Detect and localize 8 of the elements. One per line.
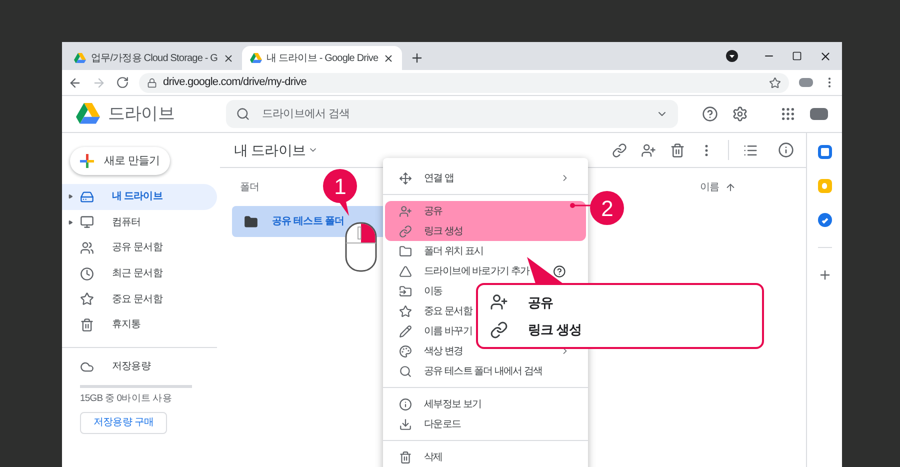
app-name: 드라이브 (108, 103, 176, 126)
storage-usage: 15GB 중 0바이트 사용 (80, 392, 173, 406)
section-label: 폴더 (240, 180, 260, 194)
callout-label: 공유 (528, 294, 554, 312)
url-text: drive.google.com/drive/my-drive (163, 75, 308, 90)
tab-title: 내 드라이브 - Google Drive (266, 52, 378, 66)
tab-title: 업무/가정용 Cloud Storage - G (91, 52, 218, 66)
callout-label: 링크 생성 (528, 321, 582, 339)
